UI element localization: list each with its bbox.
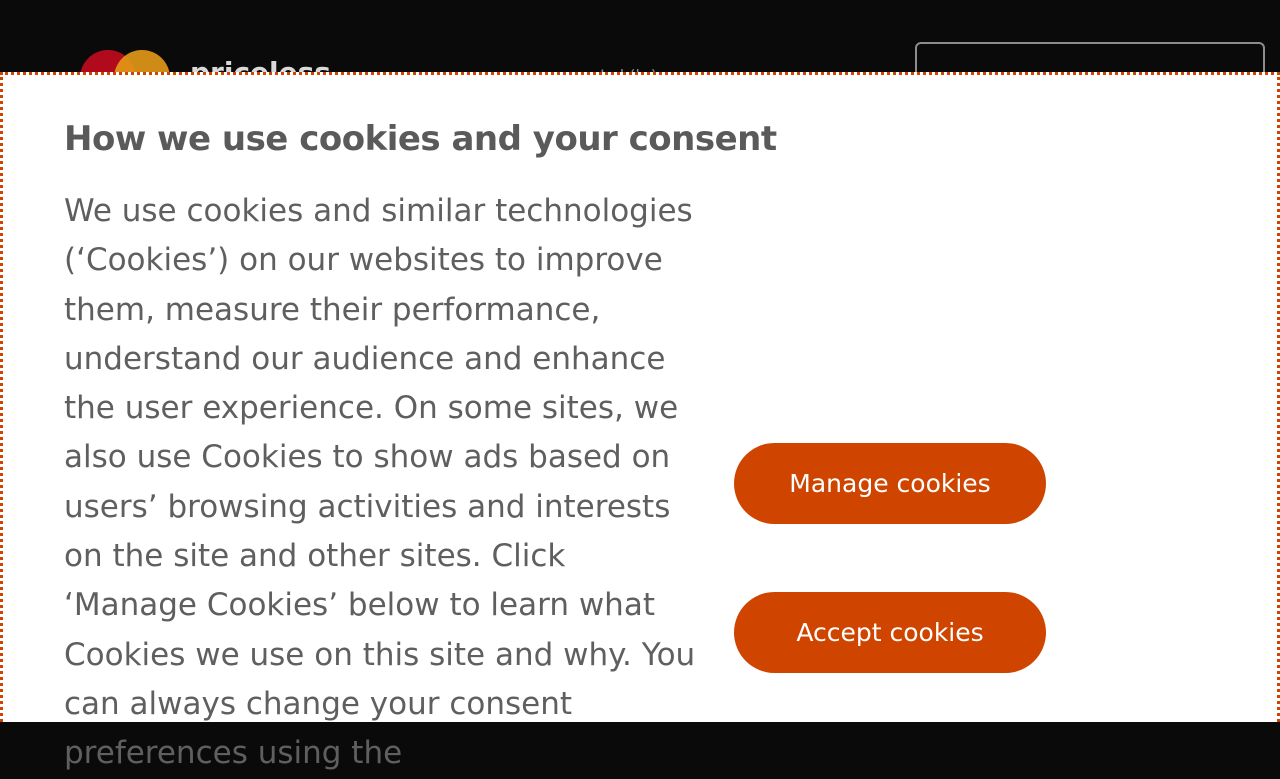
- cookie-consent-banner: How we use cookies and your consent We u…: [0, 72, 1280, 771]
- cookie-banner-title: How we use cookies and your consent: [64, 119, 777, 159]
- accept-cookies-button[interactable]: Accept cookies: [734, 592, 1046, 673]
- cookie-banner-body: We use cookies and similar technologies …: [64, 193, 696, 772]
- manage-cookies-button[interactable]: Manage cookies: [734, 443, 1046, 524]
- site-header: priceless L d (b ): [0, 0, 1280, 106]
